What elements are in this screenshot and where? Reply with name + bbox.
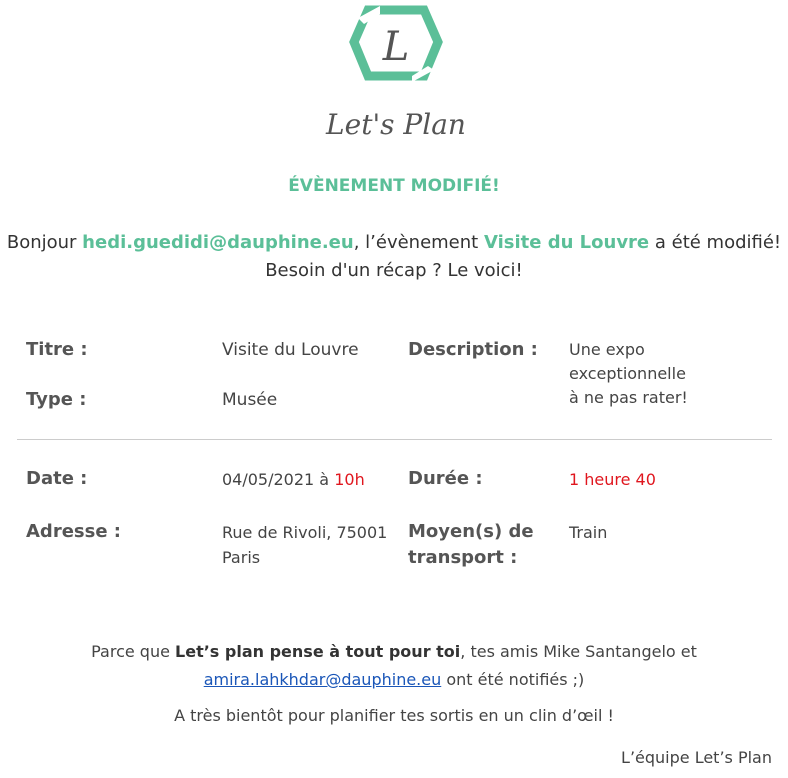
section-divider bbox=[17, 439, 772, 440]
description-label: Description : bbox=[408, 339, 538, 360]
intro-greeting: Bonjour bbox=[6, 232, 83, 253]
notification-bold: Let’s plan pense à tout pour toi bbox=[175, 642, 461, 661]
address-label: Adresse : bbox=[26, 521, 122, 542]
transport-label: Moyen(s) de transport : bbox=[408, 519, 534, 571]
time-text: 10h bbox=[334, 470, 365, 489]
intro-line-2: Besoin d'un récap ? Le voici! bbox=[265, 260, 523, 281]
logo-letter: L bbox=[382, 24, 410, 70]
notification-line-1: Parce que Let’s plan pense à tout pour t… bbox=[0, 638, 788, 666]
title-value: Visite du Louvre bbox=[222, 340, 359, 360]
friend-email-link[interactable]: amira.lahkhdar@dauphine.eu bbox=[204, 670, 442, 689]
notification-text: Parce que bbox=[91, 642, 176, 661]
date-label: Date : bbox=[26, 468, 88, 489]
lets-plan-logo: L Let's Plan bbox=[326, 0, 466, 150]
date-value: 04/05/2021 à 10h bbox=[222, 467, 365, 492]
notification-text: ont été notifiés ;) bbox=[441, 670, 585, 689]
event-name: Visite du Louvre bbox=[483, 232, 650, 253]
duration-label: Durée : bbox=[408, 468, 483, 489]
description-value: Une expo exceptionnelle à ne pas rater! bbox=[569, 338, 688, 410]
transport-value: Train bbox=[569, 523, 608, 542]
hexagon-logo-icon: L bbox=[349, 5, 443, 82]
logo-brand-text: Let's Plan bbox=[326, 108, 466, 141]
notification-text: , tes amis Mike Santangelo et bbox=[460, 642, 697, 661]
description-line: à ne pas rater! bbox=[569, 388, 688, 407]
intro-mid: , l’évènement bbox=[353, 232, 484, 253]
notification-line-2: amira.lahkhdar@dauphine.eu ont été notif… bbox=[0, 666, 788, 694]
transport-label-line: Moyen(s) de bbox=[408, 521, 534, 542]
closing-message: A très bientôt pour planifier tes sortis… bbox=[174, 706, 614, 725]
recipient-email: hedi.guedidi@dauphine.eu bbox=[82, 232, 354, 253]
notification-message: Parce que Let’s plan pense à tout pour t… bbox=[0, 638, 788, 694]
description-line: Une expo bbox=[569, 340, 645, 359]
date-text: 04/05/2021 à bbox=[222, 470, 335, 489]
intro-line-1: Bonjour hedi.guedidi@dauphine.eu, l’évèn… bbox=[0, 229, 788, 257]
type-value: Musée bbox=[222, 390, 278, 410]
title-label: Titre : bbox=[26, 339, 88, 360]
signature: L’équipe Let’s Plan bbox=[621, 748, 772, 767]
duration-value: 1 heure 40 bbox=[569, 470, 656, 489]
intro-message: Bonjour hedi.guedidi@dauphine.eu, l’évèn… bbox=[0, 229, 788, 285]
address-line: Paris bbox=[222, 548, 261, 567]
address-line: Rue de Rivoli, 75001 bbox=[222, 523, 388, 542]
page-title: ÉVÈNEMENT MODIFIÉ! bbox=[288, 176, 500, 196]
transport-label-line: transport : bbox=[408, 547, 518, 568]
address-value: Rue de Rivoli, 75001 Paris bbox=[222, 520, 387, 570]
intro-end: a été modifié! bbox=[649, 232, 782, 253]
description-line: exceptionnelle bbox=[569, 364, 686, 383]
type-label: Type : bbox=[26, 389, 87, 410]
